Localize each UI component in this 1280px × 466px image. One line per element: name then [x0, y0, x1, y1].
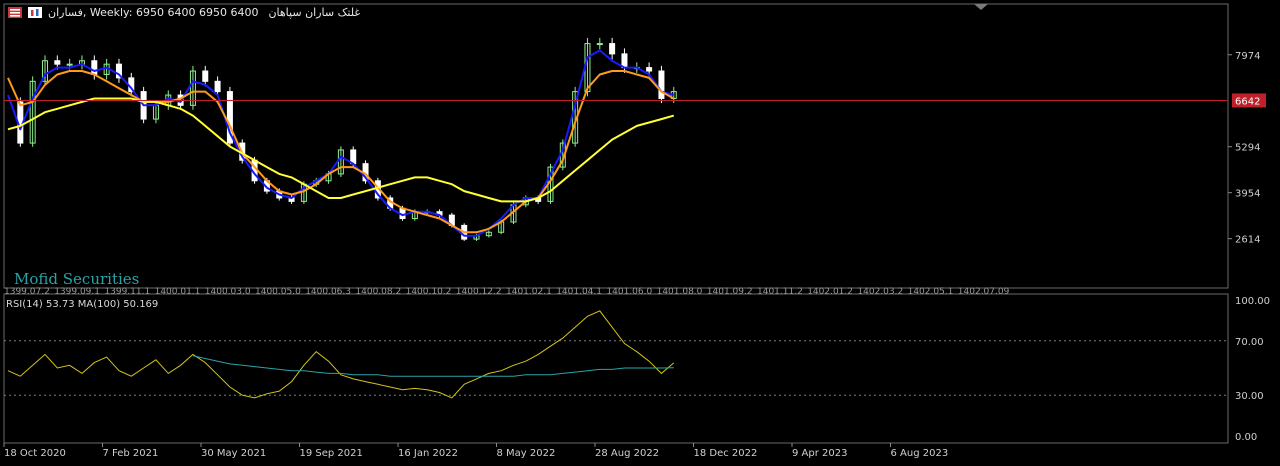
panel-frames: [3, 3, 1229, 444]
upper-date-label: 1399.09.1: [54, 287, 100, 297]
candle-body: [54, 60, 61, 65]
upper-date-label: 1401.02.1: [506, 287, 552, 297]
date-label: 16 Jan 2022: [398, 448, 458, 459]
rsi-tick-label: 70.00: [1235, 337, 1264, 348]
candle-body: [609, 43, 616, 55]
chart-svg: 79746642529439542614 1399.07.2 1399.09.1 1…: [3, 3, 1270, 459]
upper-date-label: 1401.08.0: [657, 287, 703, 297]
upper-date-label: 1401.11.2: [757, 287, 803, 297]
upper-date-axis: 1399.07.2 1399.09.1 1399.11.1 1400.01.1 1400…: [4, 287, 1010, 297]
candle-body: [214, 80, 221, 93]
symbol-info: فساران, Weekly: 6950 6400 6950 6400: [48, 6, 259, 19]
rsi-tick-label: 0.00: [1235, 432, 1257, 443]
upper-date-label: 1400.03.0: [205, 287, 251, 297]
price-badge-label: 6642: [1235, 96, 1260, 107]
candle-body: [658, 70, 665, 99]
price-tick-label: 3954: [1235, 189, 1260, 200]
date-label: 19 Sep 2021: [300, 448, 363, 459]
candlesticks: [17, 37, 677, 241]
candle-body: [202, 70, 209, 82]
rsi-line: [7, 310, 675, 399]
upper-date-label: 1399.11.1: [104, 287, 150, 297]
chart-header: فساران, Weekly: 6950 6400 6950 6400 غلتک…: [8, 6, 360, 19]
date-axis: 18 Oct 2020 7 Feb 2021 30 May 2021 19 Sep 2…: [3, 443, 949, 459]
company-name: غلتک ساران سپاهان: [268, 6, 361, 19]
upper-date-label: 1400.06.3: [305, 287, 351, 297]
upper-date-label: 1400.10.2: [406, 287, 452, 297]
candle-body: [646, 67, 653, 72]
date-label: 18 Dec 2022: [694, 448, 758, 459]
rsi-tick-label: 100.00: [1235, 296, 1270, 307]
upper-date-label: 1400.05.0: [255, 287, 301, 297]
upper-date-label: 1400.08.2: [355, 287, 401, 297]
date-label: 28 Aug 2022: [595, 448, 659, 459]
scroll-marker-icon: [974, 4, 988, 10]
rsi-panel: 100.00 70.00 30.00 0.00: [4, 296, 1270, 443]
rsi-ma-line: [192, 355, 674, 377]
date-label: 9 Apr 2023: [792, 448, 847, 459]
trading-chart[interactable]: 7974 6642 5294 3954 2614 1399.07.2 1399.09.1 1…: [0, 0, 1280, 462]
price-axis: 7974 6642 5294 3954 2614: [1228, 51, 1266, 246]
rsi-tick-label: 30.00: [1235, 391, 1264, 402]
chart-type-icon[interactable]: [28, 7, 42, 18]
upper-date-label: 1401.09.2: [707, 287, 753, 297]
upper-date-label: 1401.06.0: [606, 287, 652, 297]
price-tick-label: 2614: [1235, 235, 1260, 246]
upper-date-label: 1402.03.2: [857, 287, 903, 297]
date-label: 8 May 2022: [497, 448, 556, 459]
upper-date-label: 1401.04.1: [556, 287, 602, 297]
date-label: 6 Aug 2023: [891, 448, 949, 459]
candle-body: [66, 63, 73, 66]
price-tick-label: 5294: [1235, 143, 1260, 154]
rsi-indicator-label: RSI(14) 53.73 MA(100) 50.169: [6, 299, 159, 310]
upper-date-label: 1402.01.2: [807, 287, 853, 297]
upper-date-label: 1400.01.1: [155, 287, 201, 297]
candle-body: [596, 43, 603, 46]
upper-date-label: 1400.12.2: [456, 287, 502, 297]
upper-date-label: 1399.07.2: [4, 287, 50, 297]
upper-date-label: 1402.07.09: [958, 287, 1010, 297]
candle-body: [91, 60, 98, 75]
date-label: 18 Oct 2020: [4, 448, 66, 459]
date-label: 7 Feb 2021: [103, 448, 159, 459]
watermark-logo: Mofid Securities: [14, 270, 140, 288]
date-label: 30 May 2021: [201, 448, 266, 459]
upper-date-label: 1402.05.1: [908, 287, 954, 297]
price-panel-frame: [3, 3, 1229, 289]
price-tick-label: 7974: [1235, 51, 1260, 62]
chart-table-icon[interactable]: [8, 7, 22, 18]
